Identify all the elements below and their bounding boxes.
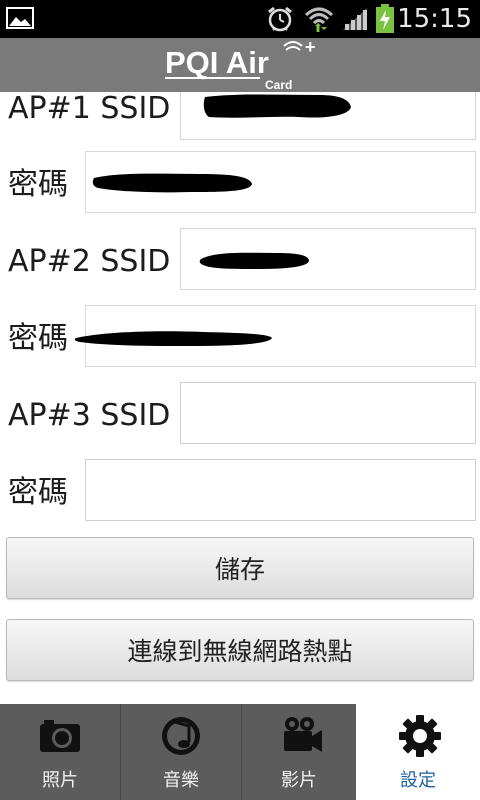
tab-videos[interactable]: 影片 xyxy=(242,704,356,800)
bottom-tab-bar: 照片 音樂 影片 設定 xyxy=(0,704,480,800)
tab-music[interactable]: 音樂 xyxy=(121,704,241,800)
logo-plus-text: + xyxy=(305,38,316,57)
redacted-ssid-mark xyxy=(203,94,351,118)
video-camera-icon xyxy=(284,717,322,752)
ap3-ssid-row: AP#3 SSID xyxy=(0,382,480,444)
wifi-icon xyxy=(304,7,334,32)
camera-icon xyxy=(40,720,80,752)
ap1-password-input[interactable] xyxy=(85,151,476,213)
tab-label: 音樂 xyxy=(163,770,199,791)
ap2-ssid-input[interactable] xyxy=(180,228,476,290)
gallery-icon xyxy=(6,7,34,29)
ap3-password-row: 密碼 xyxy=(0,459,480,521)
redacted-password-mark xyxy=(92,173,252,193)
alarm-icon xyxy=(268,6,292,32)
ap2-ssid-row: AP#2 SSID xyxy=(0,228,480,290)
tab-label: 影片 xyxy=(281,770,317,791)
signal-icon xyxy=(343,8,367,30)
status-clock: 15:15 xyxy=(397,4,472,34)
ap3-ssid-label: AP#3 SSID xyxy=(8,398,171,433)
ap1-ssid-row: AP#1 SSID xyxy=(0,92,480,140)
tab-label: 照片 xyxy=(42,770,78,791)
tab-label: 設定 xyxy=(400,770,436,791)
status-bar: 15:15 xyxy=(0,0,480,38)
ap1-ssid-input[interactable] xyxy=(180,92,476,140)
redacted-password-mark xyxy=(74,331,272,346)
ap1-password-row: 密碼 xyxy=(0,151,480,213)
ap2-ssid-label: AP#2 SSID xyxy=(8,244,171,279)
ap3-password-label: 密碼 xyxy=(8,475,68,510)
ap2-password-row: 密碼 xyxy=(0,305,480,367)
connect-hotspot-button[interactable]: 連線到無線網路熱點 xyxy=(6,619,474,681)
pqi-air-card-logo: PQI Air + Card xyxy=(165,38,316,92)
tab-settings[interactable]: 設定 xyxy=(356,704,480,800)
ap2-password-label: 密碼 xyxy=(8,321,68,356)
tab-photos[interactable]: 照片 xyxy=(0,704,120,800)
logo-main-text: PQI Air xyxy=(165,45,269,80)
ap1-password-label: 密碼 xyxy=(8,167,68,202)
ap3-ssid-input[interactable] xyxy=(180,382,476,444)
ap3-password-input[interactable] xyxy=(85,459,476,521)
gear-icon xyxy=(399,715,441,757)
ap2-password-input[interactable] xyxy=(74,305,476,367)
save-button[interactable]: 儲存 xyxy=(6,537,474,599)
redacted-ssid-mark xyxy=(199,252,309,269)
ap1-ssid-label: AP#1 SSID xyxy=(8,92,171,126)
app-header: PQI Air + Card xyxy=(0,38,480,92)
battery-charging-icon xyxy=(376,4,394,33)
music-icon xyxy=(162,717,200,755)
logo-sub-text: Card xyxy=(265,78,292,92)
settings-form: AP#1 SSID 密碼 AP#2 SSID 密碼 AP#3 SSID 密碼 儲… xyxy=(0,92,480,704)
